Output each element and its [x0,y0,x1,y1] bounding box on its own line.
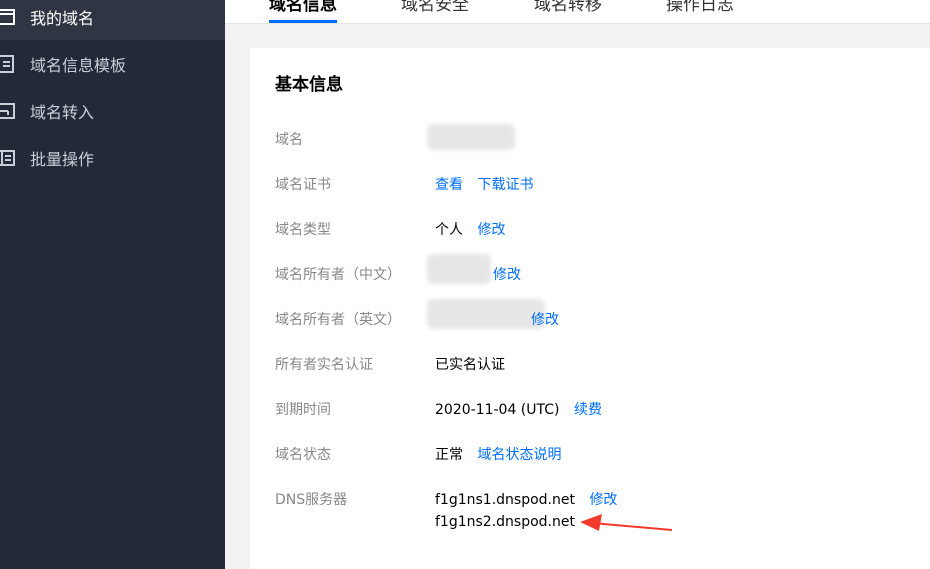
tab-domain-info[interactable]: 域名信息 [269,0,337,23]
renew-link[interactable]: 续费 [574,402,602,418]
owner-cn-value-redacted [427,254,491,284]
sidebar-item-batch-operations[interactable]: 批量操作 [0,134,225,181]
dns-label: DNS服务器 [275,492,348,508]
red-arrow-annotation [580,514,673,531]
sidebar-item-my-domains[interactable]: 我的域名 [0,0,225,40]
owner-en-label: 域名所有者（英文） [275,312,401,328]
tab-domain-transfer[interactable]: 域名转移 [534,0,602,15]
tab-bar: 域名信息 域名安全 域名转移 操作日志 [225,0,930,24]
edit-owner-en-link[interactable]: 修改 [531,309,559,329]
type-value-row: 个人 修改 [435,219,505,239]
status-help-link[interactable]: 域名状态说明 [477,447,561,463]
status-value-row: 正常 域名状态说明 [435,444,561,464]
type-value: 个人 [435,222,463,238]
owner-en-value-redacted [427,299,545,329]
verify-label: 所有者实名认证 [275,357,373,373]
expire-date: 2020-11-04 (UTC) [435,402,560,418]
browser-window-icon [0,8,15,25]
view-cert-link[interactable]: 查看 [435,177,463,193]
document-icon [0,54,14,73]
sidebar: 我的域名 域名信息模板 域名转入 批量操作 [0,0,225,569]
verify-value: 已实名认证 [435,357,505,373]
tab-domain-security[interactable]: 域名安全 [401,0,469,15]
download-cert-link[interactable]: 下载证书 [477,177,533,193]
sidebar-item-label: 域名转入 [30,102,95,122]
sidebar-item-domain-template[interactable]: 域名信息模板 [0,40,225,87]
status-value: 正常 [435,447,463,463]
domain-label: 域名 [275,132,303,148]
owner-cn-label: 域名所有者（中文） [275,267,401,283]
expire-label: 到期时间 [275,402,331,418]
domain-value-redacted [427,124,515,150]
basic-info-card: 基本信息 域名 域名证书 查看 下载证书 域名类型 个人 修改 域名所有者（中文… [250,48,930,569]
inbox-icon [0,102,15,119]
sidebar-item-label: 我的域名 [30,8,95,28]
list-icon [0,149,15,166]
tab-operation-log[interactable]: 操作日志 [666,0,734,15]
edit-owner-cn-link[interactable]: 修改 [493,264,521,284]
cert-label: 域名证书 [275,177,331,193]
expire-value-row: 2020-11-04 (UTC) 续费 [435,399,602,419]
dns-ns1: f1g1ns1.dnspod.net [435,492,575,508]
status-label: 域名状态 [275,447,331,463]
edit-dns-link[interactable]: 修改 [589,492,617,508]
edit-type-link[interactable]: 修改 [477,222,505,238]
card-title: 基本信息 [275,75,343,95]
cert-actions: 查看 下载证书 [435,174,533,194]
sidebar-item-domain-transfer-in[interactable]: 域名转入 [0,87,225,134]
dns-ns1-row: f1g1ns1.dnspod.net 修改 [435,489,617,509]
type-label: 域名类型 [275,222,331,238]
dns-ns2: f1g1ns2.dnspod.net [435,514,575,530]
sidebar-item-label: 域名信息模板 [30,55,127,75]
sidebar-item-label: 批量操作 [30,149,95,169]
